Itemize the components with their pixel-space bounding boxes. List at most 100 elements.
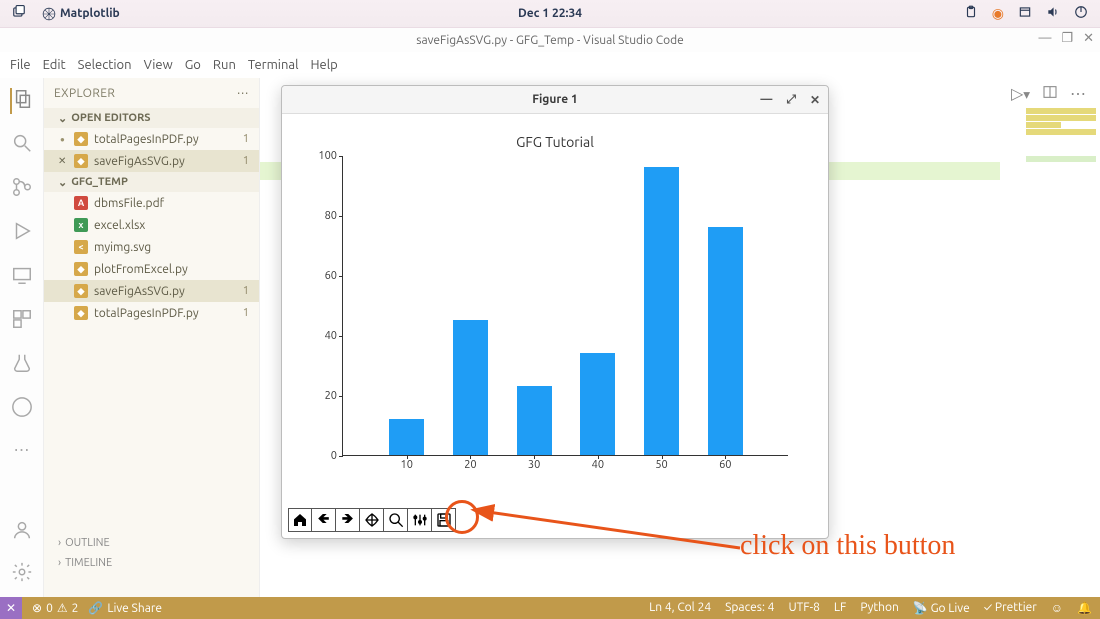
file-name: dbmsFile.pdf bbox=[94, 197, 164, 210]
problems-indicator[interactable]: ⊗ 0 ⚠ 2 bbox=[32, 601, 78, 615]
figure-title: Figure 1 bbox=[532, 93, 578, 106]
file-item[interactable]: ◆totalPagesInPDF.py1 bbox=[44, 302, 259, 324]
file-name: plotFromExcel.py bbox=[94, 263, 188, 276]
extensions-icon[interactable] bbox=[11, 308, 33, 334]
vscode-title-bar: saveFigAsSVG.py - GFG_Temp - Visual Stud… bbox=[0, 28, 1100, 52]
menu-run[interactable]: Run bbox=[213, 58, 236, 72]
remote-icon[interactable] bbox=[11, 264, 33, 290]
account-icon[interactable] bbox=[11, 519, 33, 545]
outline-header[interactable]: ›OUTLINE bbox=[48, 533, 258, 553]
toolbar-save-button[interactable] bbox=[432, 508, 456, 532]
figure-minimize-button[interactable]: — bbox=[760, 93, 772, 107]
figure-close-button[interactable]: ✕ bbox=[810, 93, 820, 107]
chart-bar bbox=[580, 353, 615, 455]
active-app[interactable]: Matplotlib bbox=[42, 7, 120, 21]
file-item[interactable]: xexcel.xlsx bbox=[44, 214, 259, 236]
chart-bar bbox=[517, 386, 552, 455]
editor-more-icon[interactable]: ⋯ bbox=[1070, 84, 1086, 104]
source-control-icon[interactable] bbox=[11, 176, 33, 202]
annotation-text: click on this button bbox=[740, 530, 955, 562]
menu-file[interactable]: File bbox=[10, 58, 31, 72]
feedback-icon[interactable]: ☺ bbox=[1051, 601, 1063, 615]
chart-title: GFG Tutorial bbox=[302, 134, 808, 150]
matplotlib-toolbar: 🡸 🡺 bbox=[288, 508, 456, 532]
menu-terminal[interactable]: Terminal bbox=[248, 58, 299, 72]
system-clock: Dec 1 22:34 bbox=[518, 7, 582, 20]
power-icon[interactable] bbox=[1074, 5, 1088, 22]
menu-bar: File Edit Selection View Go Run Terminal… bbox=[0, 52, 1100, 78]
file-name: saveFigAsSVG.py bbox=[94, 155, 185, 168]
prettier-button[interactable]: ✓ Prettier bbox=[984, 601, 1037, 615]
split-editor-icon[interactable] bbox=[1042, 84, 1058, 104]
menu-view[interactable]: View bbox=[144, 58, 173, 72]
minimap[interactable] bbox=[1026, 108, 1096, 168]
explorer-more-icon[interactable]: ⋯ bbox=[237, 86, 249, 100]
window-icon[interactable] bbox=[1018, 5, 1032, 22]
menu-selection[interactable]: Selection bbox=[78, 58, 132, 72]
timeline-header[interactable]: ›TIMELINE bbox=[48, 553, 258, 573]
github-icon[interactable] bbox=[11, 396, 33, 422]
matplotlib-figure-window: Figure 1 — ⤢ ✕ GFG Tutorial 020406080100… bbox=[281, 85, 829, 539]
clipboard-icon[interactable] bbox=[964, 5, 978, 22]
files-icon[interactable] bbox=[12, 5, 26, 22]
testing-icon[interactable] bbox=[11, 352, 33, 378]
indentation[interactable]: Spaces: 4 bbox=[725, 601, 774, 615]
minimize-button[interactable]: — bbox=[1038, 31, 1051, 46]
toolbar-forward-button[interactable]: 🡺 bbox=[336, 508, 360, 532]
chart-axes: 020406080100102030405060 bbox=[342, 156, 788, 456]
menu-go[interactable]: Go bbox=[185, 58, 201, 72]
cursor-position[interactable]: Ln 4, Col 24 bbox=[649, 601, 711, 615]
status-bar: ✕ ⊗ 0 ⚠ 2 🔗 Live Share Ln 4, Col 24 Spac… bbox=[0, 597, 1100, 619]
live-share-button[interactable]: 🔗 Live Share bbox=[88, 601, 162, 615]
system-top-bar: Matplotlib Dec 1 22:34 ◉ bbox=[0, 0, 1100, 28]
explorer-sidebar: EXPLORER ⋯ ⌄OPEN EDITORS ◆totalPagesInPD… bbox=[44, 78, 260, 597]
open-editor-item[interactable]: ◆saveFigAsSVG.py1 bbox=[44, 150, 259, 172]
browser-icon[interactable]: ◉ bbox=[992, 5, 1004, 22]
eol[interactable]: LF bbox=[834, 601, 846, 615]
go-live-button[interactable]: 📡 Go Live bbox=[913, 601, 970, 615]
file-item[interactable]: <myimg.svg bbox=[44, 236, 259, 258]
file-item[interactable]: ◆saveFigAsSVG.py1 bbox=[44, 280, 259, 302]
open-editor-item[interactable]: ◆totalPagesInPDF.py1 bbox=[44, 128, 259, 150]
active-app-label: Matplotlib bbox=[60, 7, 120, 20]
close-button[interactable]: ✕ bbox=[1083, 31, 1094, 46]
settings-icon[interactable] bbox=[11, 561, 33, 587]
file-name: totalPagesInPDF.py bbox=[94, 133, 199, 146]
toolbar-zoom-button[interactable] bbox=[384, 508, 408, 532]
activity-bar: ⋯ bbox=[0, 78, 44, 597]
figure-title-bar[interactable]: Figure 1 — ⤢ ✕ bbox=[282, 86, 828, 114]
chart-bar bbox=[708, 227, 743, 455]
notifications-icon[interactable]: 🔔 bbox=[1077, 601, 1092, 615]
file-name: myimg.svg bbox=[94, 241, 151, 254]
toolbar-configure-button[interactable] bbox=[408, 508, 432, 532]
file-name: saveFigAsSVG.py bbox=[94, 285, 185, 298]
toolbar-back-button[interactable]: 🡸 bbox=[312, 508, 336, 532]
chart-bar bbox=[644, 167, 679, 455]
search-icon[interactable] bbox=[11, 132, 33, 158]
chart-bar bbox=[389, 419, 424, 455]
menu-help[interactable]: Help bbox=[310, 58, 337, 72]
file-name: totalPagesInPDF.py bbox=[94, 307, 199, 320]
maximize-button[interactable]: ❐ bbox=[1061, 31, 1073, 46]
file-item[interactable]: AdbmsFile.pdf bbox=[44, 192, 259, 214]
run-button[interactable]: ▷▾ bbox=[1011, 84, 1030, 104]
folder-header[interactable]: ⌄GFG_TEMP bbox=[44, 172, 259, 192]
toolbar-pan-button[interactable] bbox=[360, 508, 384, 532]
language-mode[interactable]: Python bbox=[860, 601, 899, 615]
volume-icon[interactable] bbox=[1046, 5, 1060, 22]
file-name: excel.xlsx bbox=[94, 219, 145, 232]
explorer-title: EXPLORER bbox=[54, 87, 115, 100]
open-editors-header[interactable]: ⌄OPEN EDITORS bbox=[44, 108, 259, 128]
remote-indicator[interactable]: ✕ bbox=[0, 597, 22, 619]
menu-edit[interactable]: Edit bbox=[43, 58, 66, 72]
explorer-icon[interactable] bbox=[10, 88, 34, 114]
file-item[interactable]: ◆plotFromExcel.py bbox=[44, 258, 259, 280]
window-title: saveFigAsSVG.py - GFG_Temp - Visual Stud… bbox=[416, 34, 684, 47]
toolbar-home-button[interactable] bbox=[288, 508, 312, 532]
run-debug-icon[interactable] bbox=[11, 220, 33, 246]
encoding[interactable]: UTF-8 bbox=[788, 601, 819, 615]
chart-bar bbox=[453, 320, 488, 455]
matplotlib-icon bbox=[42, 7, 56, 21]
figure-maximize-button[interactable]: ⤢ bbox=[786, 93, 796, 107]
more-icon[interactable]: ⋯ bbox=[14, 440, 30, 459]
